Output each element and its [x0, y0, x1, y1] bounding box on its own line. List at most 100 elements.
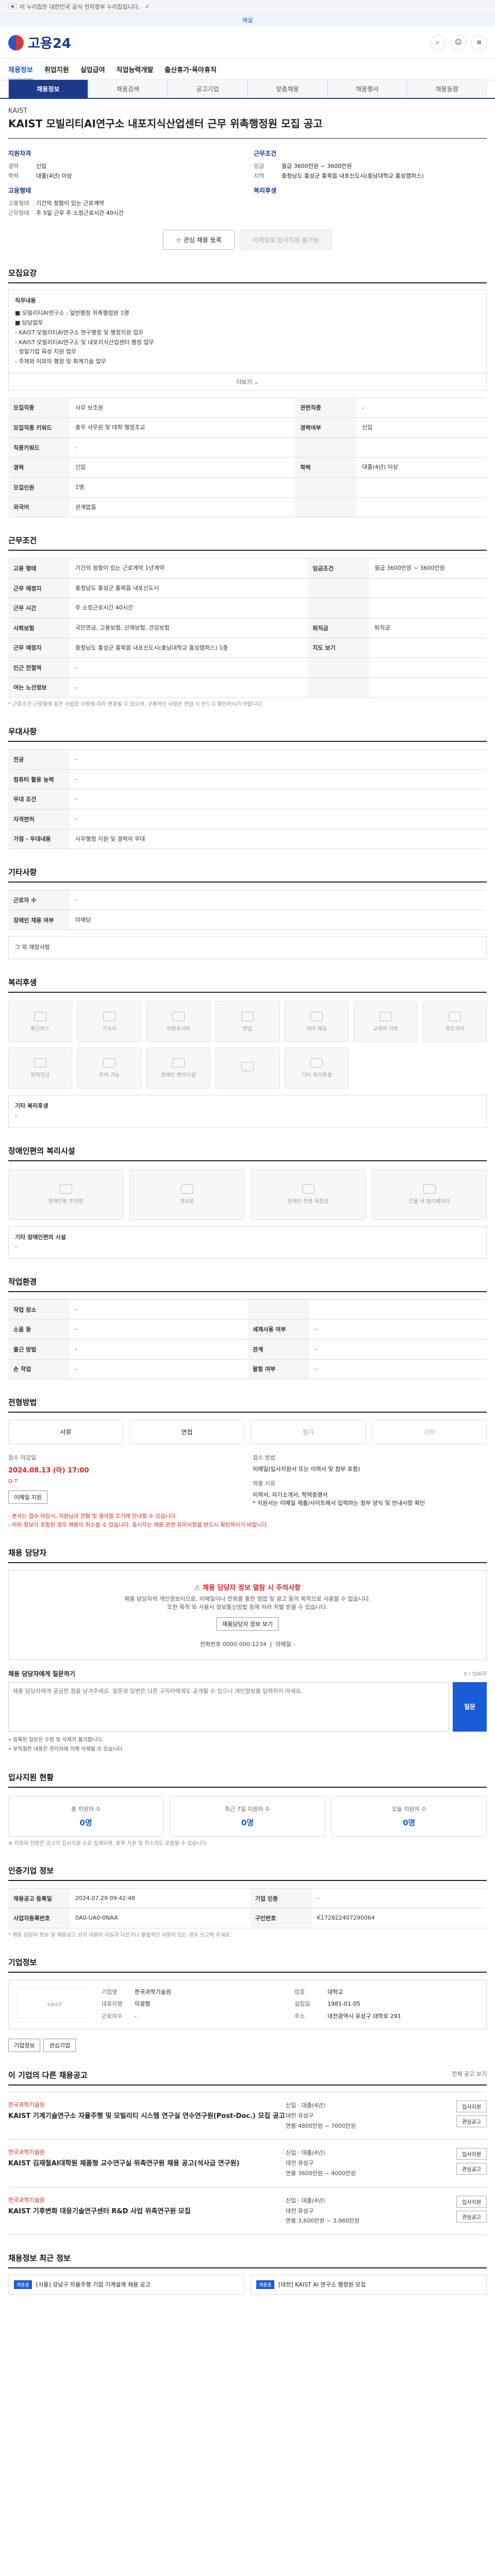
condition-table: 고용 형태 기간의 정함이 있는 근로계약 1년계약 임금조건 월급 3600만원 ~…	[8, 558, 487, 698]
row-value: -	[70, 677, 308, 698]
row-key: 고용 형태	[8, 558, 70, 579]
condition-note: * 근로조건·근로형태 등은 사업장 사정에 따라 변경될 수 있으며, 구체적…	[8, 702, 263, 708]
tab-companies[interactable]: 공고기업	[168, 79, 248, 98]
gov-banner-toggle[interactable]: ✓	[145, 3, 150, 10]
recruit-table: 모집직종 사무 보조원 관련직종 - 모집직종 키워드 총무 사무원 및 대학 행정조교 경…	[8, 397, 487, 518]
related-job-item[interactable]: 한국과학기술원 KAIST 김재철AI대학원 제품형 교수연구실 위촉연구원 채용…	[8, 2140, 487, 2188]
tab-trends[interactable]: 채용동향	[407, 79, 487, 98]
disability-icon	[180, 1184, 193, 1194]
email-apply-button[interactable]: 이메일 지원	[8, 1490, 48, 1504]
company-info-row: 근로자수 -	[102, 2012, 286, 2022]
related-apply-button[interactable]: 입사지원	[456, 2148, 487, 2160]
bookmark-job-button[interactable]: ☆ 관심 채용 등록	[163, 229, 235, 250]
question-box: 채용 담당자에게 질문하기 0 / 500자 질문 • 등록된 질문은 수정 및…	[8, 1669, 487, 1754]
table-row: 작업 장소 -	[8, 1299, 487, 1320]
row-key: 구인번호	[250, 1908, 312, 1929]
company-name[interactable]: KAIST	[8, 107, 487, 115]
question-limit: 0 / 500자	[464, 1671, 487, 1677]
flag-icon	[8, 4, 16, 9]
bottom-item[interactable]: 채용중 [서울] 강남구 자율주행 기업 기계설계 채용 공고	[8, 2275, 244, 2295]
bottom-item[interactable]: 채용중 [대전] KAIST AI 연구소 행정원 모집	[251, 2275, 487, 2295]
row-key: 직종키워드	[8, 437, 70, 458]
related-bookmark-button[interactable]: 관심공고	[456, 2210, 487, 2223]
nav-item-support[interactable]: 취업지원	[44, 64, 69, 74]
status-section: 입사지원 현황 총 지원자 수 0명 최근 7일 지원자 수 0명 오늘 지원자 수…	[8, 1772, 487, 1848]
favorite-company-button[interactable]: 관심기업	[43, 2039, 76, 2053]
more-button[interactable]: 더보기 ⌄	[8, 373, 487, 391]
related-meta: 신입 · 대졸(4년) 대전 유성구 연봉 3,600만원 ~ 3,960만원	[286, 2197, 360, 2225]
table-row: 손 작업 - 팔힘 여부 -	[8, 1359, 487, 1380]
summary-value: 주 5일 근무 주 소정근로시간 40시간	[36, 210, 124, 217]
other-table: 근로자 수 - 장애인 채용 여부 미해당	[8, 890, 487, 930]
nav-item-jobs[interactable]: 채용정보	[8, 64, 33, 80]
related-company: 한국과학기술원	[8, 2196, 45, 2204]
table-row: 근로자 수-	[8, 890, 487, 910]
show-contact-button[interactable]: 채용담당자 정보 보기	[216, 1617, 279, 1631]
related-more-link[interactable]: 전체 공고 보기	[452, 2070, 487, 2078]
nav-item-unemployment[interactable]: 실업급여	[80, 64, 105, 74]
row-value: 기간의 정함이 있는 근로계약 1년계약	[70, 558, 308, 579]
related-apply-button[interactable]: 입사지원	[456, 2100, 487, 2113]
nav-item-training[interactable]: 직업능력개발	[117, 64, 154, 74]
related-bookmark-button[interactable]: 관심공고	[456, 2115, 487, 2128]
row-value	[369, 657, 487, 678]
related-title[interactable]: KAIST 기계기술연구소 자율주행 및 모빌리티 시스템 연구실 연수연구원(…	[8, 2112, 286, 2121]
related-job-item[interactable]: 한국과학기술원 KAIST 기계기술연구소 자율주행 및 모빌리티 시스템 연구실…	[8, 2092, 487, 2140]
tab-jobs[interactable]: 채용정보	[8, 79, 88, 98]
contact-phone: 전화번호 0000-000-1234 | 이메일 -	[200, 1640, 295, 1648]
row-key: 모집인원	[8, 477, 70, 498]
job-summary: 지원자격 경력 신입 학력 대졸(4년) 이상 고용형태 고용형태 기간의 정함이 있…	[8, 138, 487, 218]
user-icon[interactable]: ☺	[451, 35, 466, 50]
row-key: 작업 장소	[8, 1299, 70, 1320]
related-meta: 신입 · 대졸(4년) 대전 유성구 연봉 4800만원 ~ 7000만원	[286, 2102, 356, 2129]
row-key: 임금조건	[307, 558, 370, 579]
row-value: -	[70, 1319, 248, 1340]
tab-events[interactable]: 채용행사	[327, 79, 407, 98]
benefit-icon	[103, 1011, 116, 1021]
info-table: 채용공고 등록일 2024.07.29 09:42:48 기업 인증 - 사업자등록번호…	[8, 1888, 487, 1929]
search-icon[interactable]: ⌕	[430, 35, 446, 50]
disability-label: 장애인 전용 화장실	[287, 1199, 329, 1205]
related-title[interactable]: KAIST 김재철AI대학원 제품형 교수연구실 위촉연구원 채용 공고(석사급…	[8, 2159, 286, 2168]
related-job-item[interactable]: 한국과학기술원 KAIST 기후변화 대응기술연구센터 R&D 사업 위촉연구원 …	[8, 2188, 487, 2235]
gov-banner: 이 누리집은 대한민국 공식 전자정부 누리집입니다. ✓	[0, 0, 495, 13]
summary-value: 충청남도 홍성군 홍북읍 내포신도시(충남대학교 홍성캠퍼스)	[282, 172, 424, 179]
benefit-label: 차량유지비	[167, 1026, 190, 1032]
tab-search[interactable]: 채용검색	[88, 79, 168, 98]
row-key: 손 작업	[8, 1359, 70, 1380]
summary-key: 경력	[8, 163, 19, 170]
method-document: 서류	[8, 1420, 123, 1445]
menu-icon[interactable]: ≡	[471, 35, 487, 50]
benefits-section: 복리후생 통근버스 기숙사 차량유지비 연금 식비 제공 교육비 지원 경조사비 퇴직연금 주차…	[8, 977, 487, 1128]
table-row: 가점 · 우대내용 사무행정 지원 및 경력자 우대	[8, 828, 487, 850]
summary-value: 기간의 정함이 있는 근로계약	[36, 200, 104, 207]
related-bookmark-button[interactable]: 관심공고	[456, 2163, 487, 2175]
row-value: 사무행정 지원 및 경력자 우대	[70, 828, 487, 850]
related-title[interactable]: KAIST 기후변화 대응기술연구센터 R&D 사업 위촉연구원 모집	[8, 2207, 286, 2216]
question-input[interactable]	[8, 1682, 449, 1732]
company-info-key: 근로자수	[102, 2012, 123, 2020]
section-title: 복리후생	[8, 977, 487, 993]
site-logo[interactable]: 고용24	[8, 33, 71, 52]
row-key	[295, 477, 357, 498]
question-note: • 부적절한 내용은 관리자에 의해 삭제될 수 있습니다.	[8, 1746, 124, 1752]
method-written: 필기	[251, 1420, 366, 1445]
row-key: 학력	[295, 457, 357, 478]
job-title: KAIST 모빌리티AI연구소 내포지식산업센터 근무 위촉행정원 모집 공고	[8, 117, 323, 130]
tab-custom[interactable]: 맞춤채용	[248, 79, 327, 98]
other-section: 기타사항 근로자 수 - 장애인 채용 여부 미해당 그 외 재량사항	[8, 867, 487, 960]
online-apply-button[interactable]: 이메일로 입사지원 불가능	[239, 229, 332, 250]
phone-label: 전화번호	[200, 1640, 221, 1648]
related-apply-button[interactable]: 입사지원	[456, 2195, 487, 2208]
notice-bar[interactable]: 해설	[0, 13, 495, 27]
question-submit-button[interactable]: 질문	[453, 1682, 487, 1732]
preference-section: 우대사항 전공 - 컴퓨터 활용 능력 - 우대 조건 - 자격면허 - 가점 · 우대내용 사무…	[8, 726, 487, 850]
company-info-value: 1981-01-05	[327, 2001, 360, 2008]
row-value: 관계없음	[70, 497, 295, 518]
phone-value: 0000-000-1234	[222, 1640, 267, 1648]
info-section: 인증기업 정보 채용공고 등록일 2024.07.29 09:42:48 기업 인증…	[8, 1865, 487, 1939]
company-info-key: 기업명	[102, 1989, 118, 1996]
company-info-button[interactable]: 기업정보	[8, 2039, 41, 2053]
nav-item-leave[interactable]: 출산휴가·육아휴직	[164, 64, 217, 74]
main-nav: 채용정보 취업지원 실업급여 직업능력개발 출산휴가·육아휴직	[0, 59, 495, 80]
